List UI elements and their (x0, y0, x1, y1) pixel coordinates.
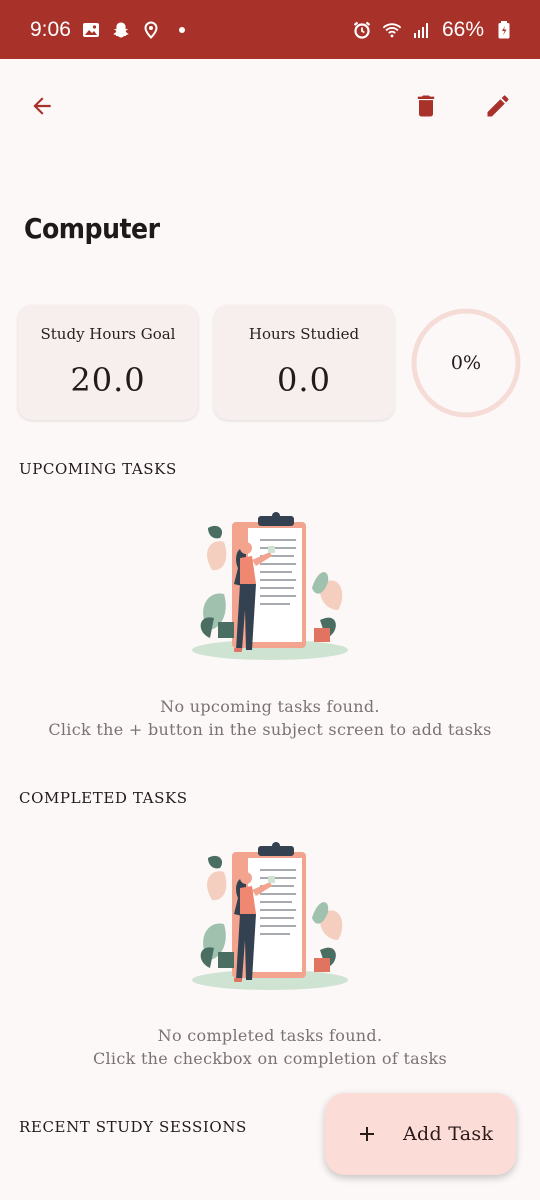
add-task-button[interactable]: Add Task (325, 1093, 516, 1175)
trash-icon (417, 95, 435, 117)
status-bar-left: 9:06 (30, 18, 185, 42)
completed-empty-message: No completed tasks found. Click the chec… (0, 1024, 540, 1070)
hours-studied-card: Hours Studied 0.0 (214, 305, 394, 420)
empty-completed-illustration (190, 840, 350, 990)
add-task-label: Add Task (403, 1123, 494, 1145)
status-bar: 9:06 66% (0, 0, 540, 59)
battery-icon (494, 20, 514, 40)
back-button[interactable] (20, 84, 64, 128)
hours-studied-label: Hours Studied (248, 325, 360, 343)
recent-sessions-title: RECENT STUDY SESSIONS (19, 1118, 247, 1136)
completed-empty-line2: Click the checkbox on completion of task… (92, 1049, 448, 1068)
study-hours-goal-label: Study Hours Goal (40, 325, 176, 343)
upcoming-empty-line2: Click the + button in the subject screen… (48, 720, 492, 739)
upcoming-empty-line1: No upcoming tasks found. (160, 697, 380, 716)
upcoming-tasks-title: UPCOMING TASKS (19, 460, 177, 478)
gallery-icon (81, 20, 101, 40)
delete-button[interactable] (404, 84, 448, 128)
upcoming-empty-message: No upcoming tasks found. Click the + but… (0, 695, 540, 741)
study-hours-goal-card: Study Hours Goal 20.0 (18, 305, 198, 420)
location-pin-icon (141, 20, 161, 40)
progress-percentage: 0% (450, 352, 482, 374)
battery-percentage: 66% (441, 17, 484, 41)
top-app-bar (0, 70, 540, 142)
plus-icon (360, 1127, 374, 1141)
status-time: 9:06 (30, 17, 71, 41)
arrow-left-icon (33, 97, 51, 115)
completed-tasks-title: COMPLETED TASKS (19, 789, 188, 807)
hours-studied-value: 0.0 (277, 361, 331, 399)
pencil-icon (487, 95, 509, 117)
empty-tasks-illustration (190, 510, 350, 660)
completed-empty-line1: No completed tasks found. (157, 1026, 383, 1045)
alarm-icon (352, 20, 372, 40)
notification-dot-icon (178, 26, 185, 33)
wifi-icon (382, 20, 402, 40)
status-bar-right: 66% (352, 18, 514, 42)
study-progress-ring: 0% (410, 307, 522, 419)
snapchat-icon (111, 20, 131, 40)
subject-title: Computer (24, 212, 160, 245)
signal-icon (412, 20, 432, 40)
study-hours-goal-value: 20.0 (70, 361, 146, 399)
edit-button[interactable] (476, 84, 520, 128)
